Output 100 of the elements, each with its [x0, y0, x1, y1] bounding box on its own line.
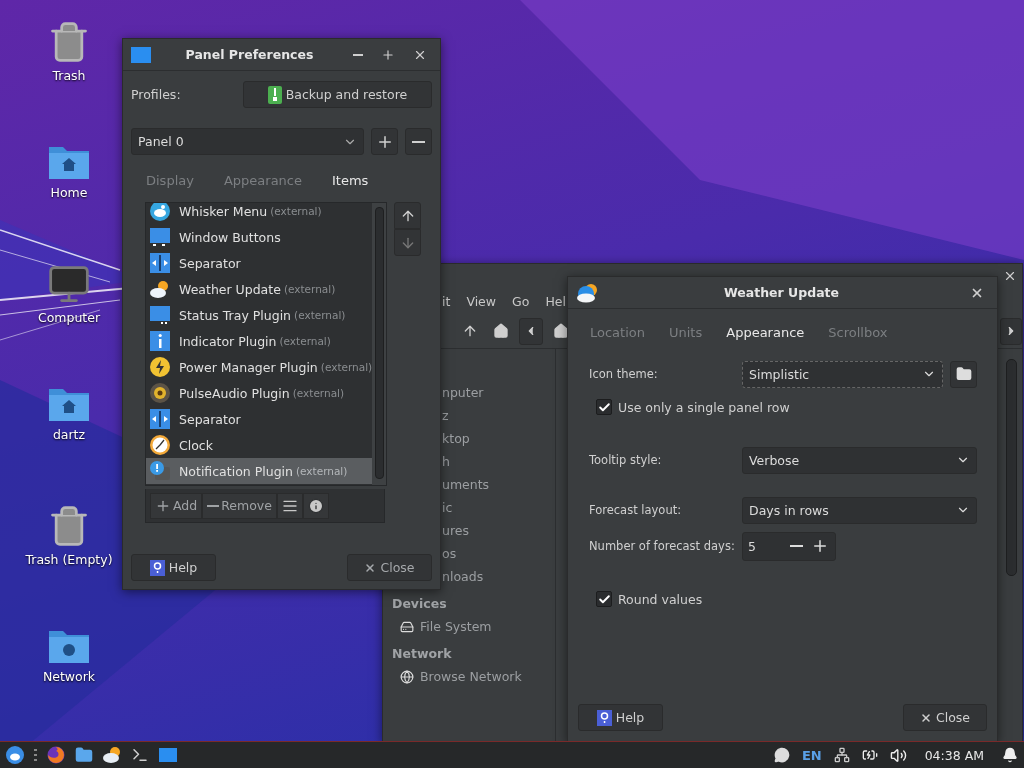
- number-field[interactable]: 5: [742, 531, 836, 561]
- plus-icon[interactable]: [811, 537, 829, 555]
- sidebar-item[interactable]: ures: [442, 523, 469, 538]
- about-button[interactable]: [302, 492, 329, 519]
- sidebar-item[interactable]: File System: [383, 615, 555, 638]
- list-item[interactable]: Whisker Menu (external): [146, 203, 373, 224]
- check-icon: [597, 400, 611, 414]
- sidebar-item[interactable]: ic: [442, 500, 453, 515]
- globe-icon: [400, 669, 414, 684]
- item-note: (external): [279, 335, 331, 347]
- help-button[interactable]: Help: [131, 554, 216, 581]
- list-item[interactable]: Notification Plugin (external): [146, 458, 373, 484]
- menu-item[interactable]: it: [442, 293, 451, 309]
- list-item[interactable]: Weather Update (external): [146, 276, 373, 302]
- info-icon: [149, 330, 171, 352]
- handle-icon[interactable]: [34, 749, 37, 761]
- dropdown[interactable]: Verbose: [742, 446, 977, 474]
- battery-icon[interactable]: [861, 747, 878, 763]
- panel-select[interactable]: Panel 0: [131, 128, 365, 155]
- scrollbar[interactable]: [372, 203, 386, 485]
- tab[interactable]: Appearance: [714, 319, 817, 346]
- add-panel-button[interactable]: [371, 128, 399, 155]
- list-item[interactable]: PulseAudio Plugin (external): [146, 380, 373, 406]
- weather-icon[interactable]: [103, 746, 121, 764]
- chat-icon[interactable]: [773, 747, 790, 763]
- tab[interactable]: Items: [317, 169, 384, 192]
- sidebar-item[interactable]: nputer: [442, 385, 484, 400]
- separator-icon: [149, 408, 171, 430]
- list-item[interactable]: Clock: [146, 432, 373, 458]
- add-button[interactable]: Add: [150, 492, 203, 519]
- weather-icon: [149, 278, 171, 300]
- close-icon: [1003, 269, 1017, 283]
- scrollbar[interactable]: [1005, 359, 1017, 576]
- sidebar-item[interactable]: nloads: [442, 569, 484, 584]
- list-item[interactable]: Indicator Plugin (external): [146, 328, 373, 354]
- bell-icon[interactable]: [1002, 747, 1018, 763]
- window-icon: [149, 226, 171, 248]
- clock[interactable]: 04:38 AM: [924, 747, 984, 763]
- sidebar-item[interactable]: z: [442, 408, 449, 423]
- folder-button[interactable]: [950, 360, 977, 388]
- close-button[interactable]: Close: [347, 554, 432, 581]
- sidebar-item[interactable]: Browse Network: [383, 665, 555, 688]
- item-note: (external): [270, 205, 322, 217]
- remove-button[interactable]: Remove: [202, 492, 277, 519]
- sidebar-item[interactable]: os: [442, 546, 457, 561]
- keyboard-layout[interactable]: EN: [801, 747, 822, 763]
- dropdown[interactable]: Days in rows: [742, 496, 977, 524]
- profiles-label: Profiles:: [131, 87, 181, 102]
- checkbox[interactable]: [596, 399, 612, 415]
- item-label: Indicator Plugin: [179, 333, 277, 349]
- item-note: (external): [320, 361, 373, 373]
- item-label: Whisker Menu: [179, 203, 268, 219]
- preferences-button[interactable]: [276, 492, 303, 519]
- weather-icon: [576, 282, 598, 303]
- sidebar-label: Browse Network: [420, 669, 522, 684]
- plus-icon: [381, 47, 395, 62]
- menu-item[interactable]: Hel: [545, 293, 566, 309]
- help-button[interactable]: Help: [578, 704, 663, 731]
- folder-icon[interactable]: [75, 746, 93, 764]
- volume-icon[interactable]: [889, 746, 907, 764]
- browser-icon[interactable]: [47, 746, 65, 764]
- list-item[interactable]: Status Tray Plugin (external): [146, 302, 373, 328]
- help-icon: [596, 709, 612, 726]
- menu-item[interactable]: View: [466, 293, 497, 309]
- drive-icon: [400, 619, 414, 634]
- checkbox-label: Round values: [618, 591, 703, 607]
- sidebar-item[interactable]: uments: [442, 477, 490, 492]
- sidebar-item[interactable]: ktop: [442, 431, 470, 446]
- scroll-right-button[interactable]: [1000, 317, 1022, 345]
- list-item[interactable]: Power Manager Plugin (external): [146, 354, 373, 380]
- remove-panel-button[interactable]: [405, 128, 432, 155]
- lightning-icon: [149, 356, 171, 378]
- move-down-button[interactable]: [394, 229, 421, 256]
- list-item[interactable]: Window Buttons: [146, 224, 373, 250]
- item-label: Separator: [179, 255, 241, 271]
- close-button[interactable]: Close: [903, 704, 987, 731]
- field-label: Tooltip style:: [589, 453, 663, 467]
- checkbox-label: Use only a single panel row: [618, 399, 790, 415]
- back-button[interactable]: [519, 317, 543, 345]
- item-note: (external): [294, 309, 346, 321]
- checkbox[interactable]: [596, 591, 612, 607]
- list-item[interactable]: Separator: [146, 250, 373, 276]
- backup-and-restore-button[interactable]: Backup and restore: [243, 81, 432, 108]
- window-title: Weather Update: [722, 285, 841, 300]
- network-icon[interactable]: [833, 747, 850, 763]
- move-up-button[interactable]: [394, 202, 421, 229]
- item-label: Power Manager Plugin: [179, 359, 318, 375]
- sidebar-item[interactable]: h: [442, 454, 450, 469]
- item-label: Separator: [179, 411, 241, 427]
- speaker-icon: [149, 382, 171, 404]
- home-icon: [553, 323, 569, 339]
- sidebar-label: File System: [420, 619, 492, 634]
- tray-icon: [149, 304, 171, 326]
- terminal-icon[interactable]: [131, 746, 149, 764]
- dropdown[interactable]: Simplistic: [742, 360, 943, 388]
- field-label: Number of forecast days:: [589, 539, 736, 553]
- icon-label: Computer: [37, 310, 101, 325]
- list-item[interactable]: Separator: [146, 406, 373, 432]
- icon-label: Home: [50, 185, 88, 200]
- menu-item[interactable]: Go: [512, 293, 530, 309]
